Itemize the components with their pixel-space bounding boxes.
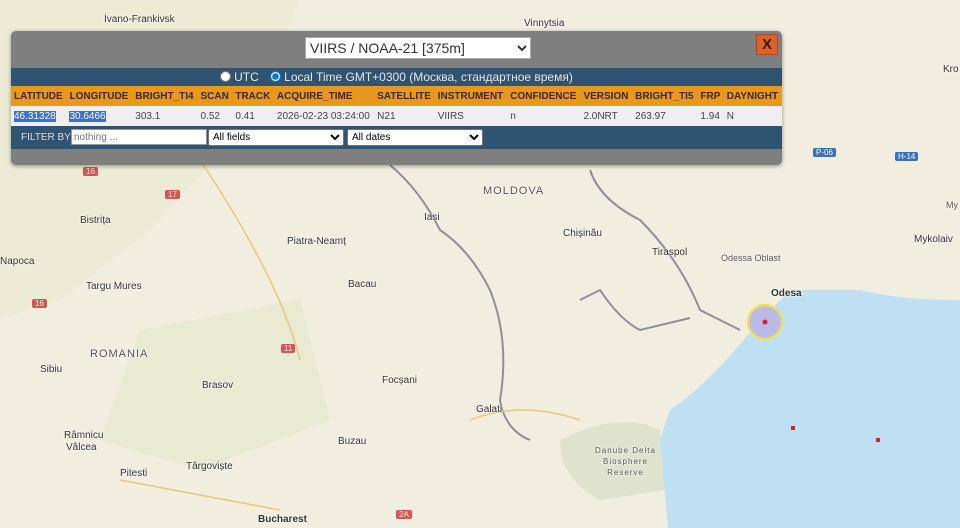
- utc-radio-label[interactable]: UTC: [220, 70, 259, 84]
- filter-bar: FILTER BY All fields All dates: [11, 126, 782, 149]
- table-cell: 2.0NRT: [580, 106, 633, 126]
- fields-select[interactable]: All fields: [208, 129, 344, 146]
- fire-point: [762, 319, 768, 325]
- map-label: Napoca: [0, 256, 35, 267]
- map-label: Iasi: [424, 212, 440, 223]
- local-radio-label[interactable]: Local Time GMT+0300 (Москва, стандартное…: [270, 70, 573, 84]
- map-label: Bucharest: [258, 514, 307, 525]
- filter-by-label: FILTER BY: [21, 132, 71, 143]
- fire-info-popup: VIIRS / NOAA-21 [375m] X UTC Local Time …: [11, 31, 782, 165]
- cell-bright-ti4: 303.1: [135, 110, 161, 122]
- map-label: MOLDOVA: [483, 185, 545, 197]
- map-label: Danube Delta: [595, 446, 656, 455]
- column-header-acquire-time: ACQUIRE_TIME: [273, 86, 375, 106]
- map-label: Focșani: [382, 375, 418, 386]
- road-shield: P-06: [813, 148, 836, 157]
- column-header-track: TRACK: [232, 86, 274, 106]
- map-label: Buzau: [338, 436, 367, 447]
- table-cell: 30.6466: [66, 106, 133, 126]
- table-cell: 1.94: [697, 106, 724, 126]
- road-shield: H-14: [895, 152, 919, 161]
- column-header-daynight: DAYNIGHT: [723, 86, 782, 106]
- cell-bright-ti5: 263.97: [635, 110, 666, 122]
- column-header-satellite: SATELLITE: [374, 86, 435, 106]
- map-label: Ivano-Frankivsk: [104, 14, 175, 25]
- fire-attributes-table: LATITUDE LONGITUDE BRIGHT_TI4 SCAN TRACK ACQU…: [11, 86, 782, 126]
- product-select[interactable]: VIIRS / NOAA-21 [375m]: [305, 37, 531, 59]
- column-header-instrument: INSTRUMENT: [434, 86, 508, 106]
- utc-label: UTC: [234, 70, 259, 84]
- map-label: Râmnicu: [64, 430, 104, 441]
- column-header-frp: FRP: [697, 86, 724, 106]
- cell-frp: 1.94: [700, 110, 720, 122]
- road-shield: 17: [165, 190, 180, 199]
- table-cell: 2026-02-23 03:24:00: [273, 106, 375, 126]
- map-label: Galati: [476, 404, 503, 415]
- map-label: Vinnytsia: [524, 18, 565, 29]
- map-label: Biosphere: [602, 457, 649, 466]
- table-cell: 0.41: [232, 106, 274, 126]
- road-shield: 11: [281, 344, 296, 353]
- utc-radio[interactable]: [220, 71, 232, 82]
- cell-version: 2.0NRT: [583, 110, 618, 122]
- table-header-row: LATITUDE LONGITUDE BRIGHT_TI4 SCAN TRACK ACQU…: [11, 86, 782, 106]
- road-shield: 2A: [396, 510, 412, 519]
- cell-confidence: n: [510, 110, 516, 122]
- table-row: 46.31328 30.6466 303.1 0.52 0.41 2026-02-23 0…: [11, 106, 782, 126]
- cell-acquire-time: 2026-02-23 03:24:00: [276, 110, 370, 122]
- column-header-longitude: LONGITUDE: [66, 86, 133, 106]
- map-label: Targu Mures: [86, 281, 142, 292]
- road-shield: 16: [83, 167, 98, 176]
- map-label: Chișinău: [563, 228, 602, 239]
- map-label: Odesa: [771, 288, 802, 299]
- table-cell: 0.52: [197, 106, 233, 126]
- cell-daynight: N: [726, 110, 735, 122]
- fire-point: [876, 438, 880, 442]
- column-header-confidence: CONFIDENCE: [507, 86, 581, 106]
- close-icon: X: [761, 36, 772, 53]
- filter-input[interactable]: [71, 129, 207, 145]
- table-cell: 46.31328: [11, 106, 67, 126]
- map-label: My: [946, 200, 958, 210]
- map-label: Danube Delta Biosphere Reserve: [588, 445, 663, 478]
- map-label: Pitesti: [120, 468, 148, 479]
- map-label: Reserve: [607, 468, 644, 477]
- table-cell: N: [723, 106, 782, 126]
- table-cell: n: [507, 106, 581, 126]
- cell-scan: 0.52: [200, 110, 220, 122]
- map-label: Brasov: [202, 380, 234, 391]
- cell-instrument: VIIRS: [437, 110, 464, 122]
- local-time-label: Local Time GMT+0300 (Москва, стандартное…: [284, 70, 573, 84]
- column-header-bright-ti5: BRIGHT_TI5: [632, 86, 698, 106]
- map-label: Kro: [943, 64, 959, 75]
- column-header-scan: SCAN: [197, 86, 233, 106]
- close-button[interactable]: X: [756, 34, 778, 55]
- map-label: ROMANIA: [90, 348, 149, 360]
- table-cell: N21: [374, 106, 435, 126]
- table-cell: 303.1: [132, 106, 198, 126]
- column-header-bright-ti4: BRIGHT_TI4: [132, 86, 198, 106]
- dates-select[interactable]: All dates: [347, 129, 483, 146]
- map-label: Piatra-Neamț: [287, 236, 346, 247]
- column-header-version: VERSION: [580, 86, 633, 106]
- table-cell: VIIRS: [434, 106, 508, 126]
- fire-point: [791, 426, 795, 430]
- cell-longitude: 30.6466: [69, 110, 106, 122]
- timezone-bar: UTC Local Time GMT+0300 (Москва, стандар…: [11, 68, 782, 86]
- map-label: Mykolaiv: [914, 234, 953, 245]
- map-label: Târgoviște: [186, 461, 233, 472]
- local-time-radio[interactable]: [270, 71, 282, 82]
- road-shield: 16: [32, 299, 47, 308]
- map-label: Tiraspol: [652, 247, 688, 258]
- map-label: Bacau: [348, 279, 377, 290]
- map-label: Odessa Oblast: [721, 253, 781, 263]
- map-label: Vâlcea: [66, 442, 97, 453]
- cell-latitude: 46.31328: [14, 110, 56, 122]
- map-label: Sibiu: [40, 364, 63, 375]
- map-label: Bistrița: [80, 215, 111, 226]
- cell-satellite: N21: [377, 110, 396, 122]
- column-header-latitude: LATITUDE: [11, 86, 67, 106]
- table-cell: 263.97: [632, 106, 698, 126]
- cell-track: 0.41: [235, 110, 255, 122]
